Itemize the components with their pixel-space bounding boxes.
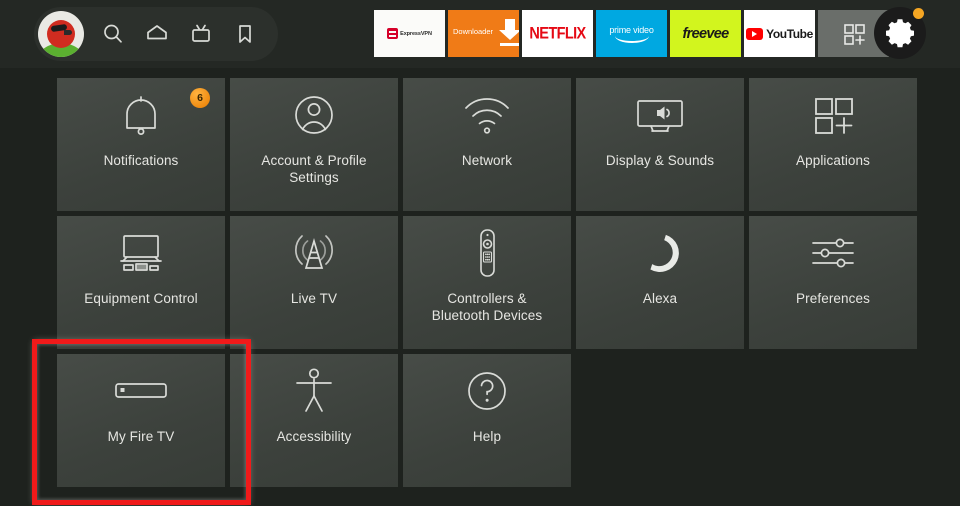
settings-tile-help[interactable]: Help xyxy=(403,354,571,487)
youtube-play-icon xyxy=(746,27,764,40)
app-tile-youtube[interactable]: YouTube xyxy=(744,10,815,57)
settings-tile-label: Account & Profile Settings xyxy=(261,153,367,185)
settings-tile-label: Controllers & Bluetooth Devices xyxy=(431,291,543,323)
app-label-netflix: NETFLIX xyxy=(529,24,586,43)
expressvpn-mark-icon xyxy=(387,28,399,39)
settings-tile-label: Display & Sounds xyxy=(605,153,715,168)
app-tile-freevee[interactable]: freevee xyxy=(670,10,741,57)
display-sounds-icon xyxy=(576,78,744,152)
app-label-prime-video: prime video xyxy=(609,24,654,35)
app-shortcut-strip: ExpressVPN Downloader NETFLIX prime vide… xyxy=(374,10,889,57)
search-icon[interactable] xyxy=(98,19,128,49)
app-label-youtube: YouTube xyxy=(766,26,813,41)
settings-tile-notifications[interactable]: 6 Notifications xyxy=(57,78,225,211)
profile-avatar[interactable] xyxy=(38,11,84,57)
antenna-icon xyxy=(230,216,398,290)
question-mark-icon xyxy=(403,354,571,428)
settings-notification-badge xyxy=(913,8,924,19)
settings-tile-label: Alexa xyxy=(642,291,678,306)
settings-tile-preferences[interactable]: Preferences xyxy=(749,216,917,349)
settings-button-wrapper xyxy=(874,7,926,59)
bookmark-icon[interactable] xyxy=(230,19,260,49)
settings-tile-alexa[interactable]: Alexa xyxy=(576,216,744,349)
avatar-beak xyxy=(64,30,72,35)
account-profile-icon xyxy=(230,78,398,152)
settings-tile-accessibility[interactable]: Accessibility xyxy=(230,354,398,487)
settings-tile-label: Preferences xyxy=(796,291,870,306)
settings-tile-label: Network xyxy=(461,153,513,168)
settings-tile-label: Notifications xyxy=(103,153,179,168)
settings-tile-label: Help xyxy=(472,429,502,444)
settings-tile-label: Accessibility xyxy=(276,429,352,444)
app-label-downloader: Downloader xyxy=(453,27,494,36)
settings-tile-label: Equipment Control xyxy=(84,291,198,306)
app-label-freevee: freevee xyxy=(682,25,730,42)
settings-tile-equipment-control[interactable]: Equipment Control xyxy=(57,216,225,349)
app-tile-downloader[interactable]: Downloader xyxy=(448,10,519,57)
wifi-icon xyxy=(403,78,571,152)
app-tile-netflix[interactable]: NETFLIX xyxy=(522,10,593,57)
settings-grid-row: 6 Notifications Account & Profile Settin… xyxy=(57,78,917,211)
settings-grid-row: My Fire TV Accessibility Help xyxy=(57,354,910,487)
alexa-ring-icon xyxy=(576,216,744,290)
fire-tv-stick-icon xyxy=(57,354,225,428)
settings-tile-live-tv[interactable]: Live TV xyxy=(230,216,398,349)
accessibility-icon xyxy=(230,354,398,428)
notifications-count-badge: 6 xyxy=(190,88,210,108)
applications-grid-icon xyxy=(749,78,917,152)
sliders-icon xyxy=(749,216,917,290)
live-tv-icon[interactable] xyxy=(186,19,216,49)
app-tile-expressvpn[interactable]: ExpressVPN xyxy=(374,10,445,57)
settings-grid-row: Equipment Control Live TV Controllers & … xyxy=(57,216,917,349)
expressvpn-logo: ExpressVPN xyxy=(387,28,432,39)
nav-pill xyxy=(34,7,278,61)
settings-tile-network[interactable]: Network xyxy=(403,78,571,211)
settings-tile-display-sounds[interactable]: Display & Sounds xyxy=(576,78,744,211)
settings-tile-controllers-bluetooth-devices[interactable]: Controllers & Bluetooth Devices xyxy=(403,216,571,349)
settings-tile-account-profile-settings[interactable]: Account & Profile Settings xyxy=(230,78,398,211)
equipment-control-icon xyxy=(57,216,225,290)
settings-tile-label: Live TV xyxy=(290,291,338,306)
settings-tile-label: Applications xyxy=(796,153,870,168)
top-navigation-bar: ExpressVPN Downloader NETFLIX prime vide… xyxy=(0,0,960,68)
amazon-smile-icon xyxy=(614,36,649,43)
app-tile-prime-video[interactable]: prime video xyxy=(596,10,667,57)
remote-control-icon xyxy=(403,216,571,290)
app-label-expressvpn: ExpressVPN xyxy=(400,30,432,37)
settings-tile-label: My Fire TV xyxy=(107,429,175,444)
settings-tile-applications[interactable]: Applications xyxy=(749,78,917,211)
home-icon[interactable] xyxy=(142,19,172,49)
settings-tile-my-fire-tv[interactable]: My Fire TV xyxy=(57,354,225,487)
settings-grid: 6 Notifications Account & Profile Settin… xyxy=(57,78,917,492)
